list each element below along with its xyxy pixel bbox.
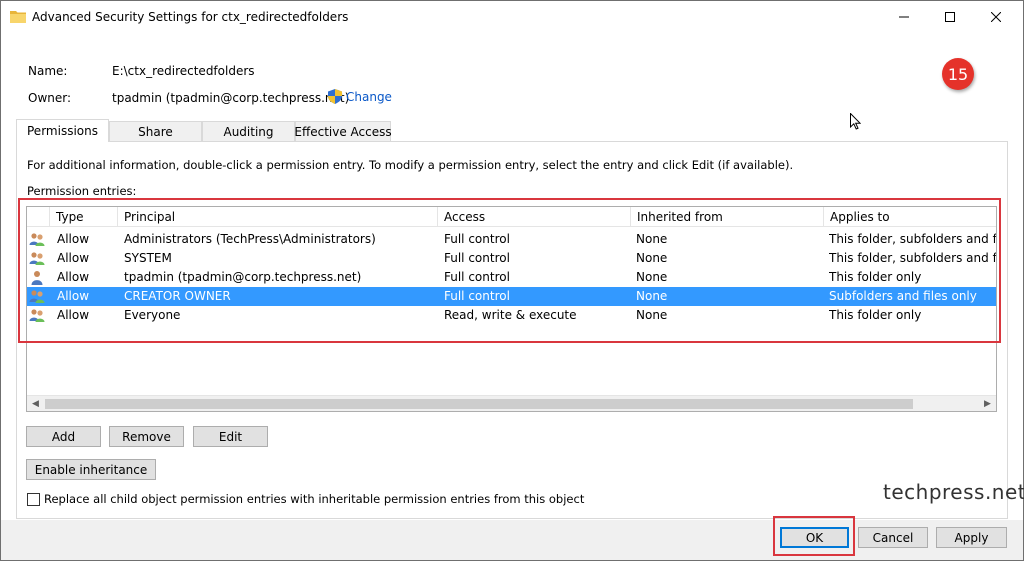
add-button[interactable]: Add bbox=[26, 426, 101, 447]
step-number-badge: 15 bbox=[942, 58, 974, 90]
group-users-icon bbox=[29, 251, 45, 266]
change-link-text: Change bbox=[346, 89, 392, 104]
cell-type: Allow bbox=[57, 308, 90, 322]
cell-applies: This folder only bbox=[829, 270, 922, 284]
minimize-icon bbox=[899, 16, 909, 18]
column-header-access[interactable]: Access bbox=[437, 207, 630, 227]
table-row[interactable]: Allow CREATOR OWNER Full control None Subfol… bbox=[27, 287, 996, 306]
tab-effective-access[interactable]: Effective Access bbox=[294, 121, 392, 142]
advanced-security-settings-window: Advanced Security Settings for ctx_redir… bbox=[0, 0, 1024, 561]
ok-button[interactable]: OK bbox=[780, 527, 849, 548]
minimize-button[interactable] bbox=[881, 1, 927, 33]
permissions-panel: For additional information, double-click… bbox=[16, 141, 1008, 519]
folder-icon bbox=[10, 11, 26, 23]
cell-principal: Everyone bbox=[124, 308, 181, 322]
cell-inherited: None bbox=[636, 289, 668, 303]
cell-applies: This folder, subfolders and files bbox=[829, 251, 997, 265]
apply-button[interactable]: Apply bbox=[936, 527, 1007, 548]
scroll-left-arrow-icon[interactable]: ◀ bbox=[27, 396, 44, 411]
column-header-icon bbox=[27, 207, 49, 227]
group-users-icon bbox=[29, 308, 45, 323]
cell-applies: This folder, subfolders and files bbox=[829, 232, 997, 246]
cell-inherited: None bbox=[636, 251, 668, 265]
replace-child-permissions-checkbox[interactable] bbox=[27, 492, 40, 506]
close-button[interactable] bbox=[973, 1, 1019, 33]
name-value: E:\ctx_redirectedfolders bbox=[112, 64, 255, 78]
window-title: Advanced Security Settings for ctx_redir… bbox=[32, 10, 349, 24]
horizontal-scrollbar[interactable]: ◀ ▶ bbox=[27, 395, 996, 411]
tab-share[interactable]: Share bbox=[109, 121, 202, 142]
cell-type: Allow bbox=[57, 270, 90, 284]
owner-value: tpadmin (tpadmin@corp.techpress.net) bbox=[112, 91, 350, 105]
cell-type: Allow bbox=[57, 232, 90, 246]
change-owner-link[interactable]: Change bbox=[328, 89, 392, 104]
group-users-icon bbox=[29, 232, 45, 247]
table-row[interactable]: Allow Administrators (TechPress\Administr… bbox=[27, 230, 996, 249]
user-icon bbox=[29, 270, 45, 285]
cell-applies: This folder only bbox=[829, 308, 922, 322]
cell-inherited: None bbox=[636, 270, 668, 284]
cell-access: Full control bbox=[444, 251, 510, 265]
cell-inherited: None bbox=[636, 232, 668, 246]
column-header-inherited-from[interactable]: Inherited from bbox=[630, 207, 823, 227]
watermark: techpress.net bbox=[883, 480, 1024, 504]
table-row[interactable]: Allow Everyone Read, write & execute None Th… bbox=[27, 306, 996, 325]
cell-type: Allow bbox=[57, 251, 90, 265]
replace-child-permissions-label: Replace all child object permission entr… bbox=[44, 492, 585, 506]
maximize-icon bbox=[945, 12, 955, 22]
enable-inheritance-button[interactable]: Enable inheritance bbox=[26, 459, 156, 480]
cell-principal: tpadmin (tpadmin@corp.techpress.net) bbox=[124, 270, 362, 284]
mouse-cursor-icon bbox=[850, 113, 861, 130]
list-header: Type Principal Access Inherited from App… bbox=[27, 207, 996, 227]
scroll-right-arrow-icon[interactable]: ▶ bbox=[979, 396, 996, 411]
cell-principal: SYSTEM bbox=[124, 251, 172, 265]
cell-type: Allow bbox=[57, 289, 90, 303]
column-header-applies-to[interactable]: Applies to bbox=[823, 207, 996, 227]
permission-entries-label: Permission entries: bbox=[27, 184, 137, 198]
close-icon bbox=[991, 12, 1001, 22]
maximize-button[interactable] bbox=[927, 1, 973, 33]
group-users-icon bbox=[29, 289, 45, 304]
table-row[interactable]: Allow SYSTEM Full control None This folder, … bbox=[27, 249, 996, 268]
permissions-hint: For additional information, double-click… bbox=[27, 158, 794, 172]
tab-permissions[interactable]: Permissions bbox=[16, 119, 109, 142]
scroll-thumb[interactable] bbox=[45, 399, 913, 409]
column-header-type[interactable]: Type bbox=[49, 207, 117, 227]
cancel-button[interactable]: Cancel bbox=[858, 527, 928, 548]
cell-access: Full control bbox=[444, 289, 510, 303]
cell-access: Full control bbox=[444, 270, 510, 284]
cell-access: Full control bbox=[444, 232, 510, 246]
owner-label: Owner: bbox=[28, 91, 72, 105]
title-bar: Advanced Security Settings for ctx_redir… bbox=[1, 1, 1023, 33]
table-row[interactable]: Allow tpadmin (tpadmin@corp.techpress.net… bbox=[27, 268, 996, 287]
cell-principal: CREATOR OWNER bbox=[124, 289, 231, 303]
cell-applies: Subfolders and files only bbox=[829, 289, 977, 303]
permission-entries-list[interactable]: Type Principal Access Inherited from App… bbox=[26, 206, 997, 412]
cell-principal: Administrators (TechPress\Administrators… bbox=[124, 232, 376, 246]
name-label: Name: bbox=[28, 64, 68, 78]
cell-inherited: None bbox=[636, 308, 668, 322]
uac-shield-icon bbox=[328, 89, 342, 104]
replace-child-permissions-option[interactable]: Replace all child object permission entr… bbox=[27, 492, 584, 506]
remove-button[interactable]: Remove bbox=[109, 426, 184, 447]
dialog-footer: OK Cancel Apply bbox=[1, 520, 1023, 560]
tab-auditing[interactable]: Auditing bbox=[202, 121, 295, 142]
column-header-principal[interactable]: Principal bbox=[117, 207, 437, 227]
step-number: 15 bbox=[947, 64, 969, 84]
cell-access: Read, write & execute bbox=[444, 308, 577, 322]
edit-button[interactable]: Edit bbox=[193, 426, 268, 447]
